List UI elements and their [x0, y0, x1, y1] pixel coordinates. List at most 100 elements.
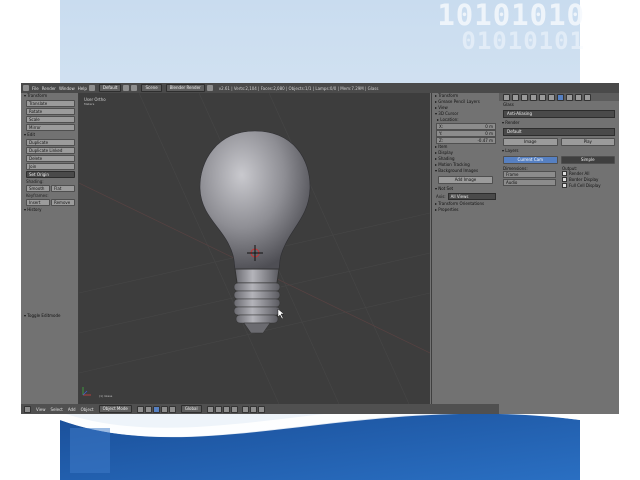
cursor-x-label: X:	[439, 124, 444, 129]
render-preset-select[interactable]: Default	[503, 128, 615, 136]
menu-render[interactable]: Render	[42, 86, 56, 91]
axis-select[interactable]: All Views	[447, 193, 496, 200]
full-cell-display-checkbox[interactable]: Full Cell Display	[562, 183, 615, 188]
border-display-checkbox[interactable]: Border Display	[562, 177, 615, 182]
layer-1-icon[interactable]	[206, 405, 214, 413]
3d-view-header: View Select Add Object Object Mode Globa…	[21, 404, 499, 414]
bulb-tip	[243, 322, 271, 334]
smooth-button[interactable]: Smooth	[26, 185, 50, 192]
keyframe-buttons: Insert Remove	[26, 199, 75, 206]
render-tab-icon[interactable]	[503, 93, 510, 101]
dimensions-column: Dimensions: Frame Audio	[503, 166, 556, 189]
audio-field[interactable]: Audio	[503, 179, 556, 186]
axis-label: Axis:	[436, 194, 446, 199]
render-all-checkbox[interactable]: Render All	[562, 171, 615, 176]
rotate-manipulator-icon[interactable]	[168, 405, 176, 413]
menu-view[interactable]: View	[36, 407, 46, 412]
physics-tab-icon[interactable]	[584, 93, 591, 101]
current-cam-button[interactable]: Current Cam	[503, 156, 558, 164]
snap-icon[interactable]	[241, 405, 249, 413]
editor-type-icon[interactable]	[24, 405, 31, 413]
menu-file[interactable]: File	[32, 86, 39, 91]
cursor-z-value: -0.47 m	[477, 138, 493, 143]
render-preview-icon[interactable]	[257, 405, 265, 413]
menu-help[interactable]: Help	[78, 86, 87, 91]
lightbulb-model[interactable]	[79, 93, 430, 404]
cursor-z-label: Z:	[439, 138, 444, 143]
delete-button[interactable]: Delete	[26, 155, 75, 162]
screen-layout-field[interactable]: Default	[98, 84, 122, 92]
constraints-tab-icon[interactable]	[539, 93, 546, 101]
toggle-editmode-header[interactable]: Toggle Editmode	[21, 313, 78, 319]
flat-button[interactable]: Flat	[51, 185, 75, 192]
menu-object[interactable]: Object	[81, 407, 94, 412]
info-header: File Render Window Help Default Scene Bl…	[21, 83, 619, 93]
bulb-neck	[234, 268, 280, 284]
join-button[interactable]: Join	[26, 163, 75, 170]
np-background-images-header[interactable]: Background Images	[432, 168, 499, 174]
play-button[interactable]: Play	[560, 138, 615, 146]
display-buttons-row: Current Cam Simple	[503, 156, 615, 164]
unit-label: Meters	[84, 102, 95, 106]
properties-n-panel: Transform Grease Pencil Layers View 3D C…	[431, 93, 500, 404]
frame-field[interactable]: Frame	[503, 171, 556, 178]
layer-4-icon[interactable]	[230, 405, 238, 413]
simple-button[interactable]: Simple	[560, 156, 615, 164]
rotate-button[interactable]: Rotate	[26, 108, 75, 115]
set-origin-select[interactable]: Set Origin	[26, 171, 75, 178]
edit-panel-header[interactable]: Edit	[21, 132, 78, 138]
texture-tab-icon[interactable]	[575, 93, 582, 101]
insert-keyframe-button[interactable]: Insert	[26, 199, 50, 206]
dimensions-output-columns: Dimensions: Frame Audio Output: Render A…	[503, 166, 615, 189]
menu-select[interactable]: Select	[51, 407, 63, 412]
menu-window[interactable]: Window	[59, 86, 75, 91]
render-panel-header[interactable]: Render	[499, 120, 619, 126]
toolshelf-spacer	[21, 213, 78, 313]
mirror-button[interactable]: Mirror	[26, 124, 75, 131]
translate-button[interactable]: Translate	[26, 100, 75, 107]
cursor-y-value: 0 m	[485, 131, 493, 136]
3d-viewport[interactable]: User Ortho Meters (1) Glass	[79, 93, 430, 404]
viewport-shading-icon[interactable]	[136, 405, 144, 413]
object-tab-icon[interactable]	[530, 93, 537, 101]
layer-3-icon[interactable]	[222, 405, 230, 413]
np-image-toggle[interactable]: Not Set	[432, 186, 499, 192]
scene-icon[interactable]	[131, 85, 138, 91]
orientation-select[interactable]: Global	[180, 405, 202, 413]
add-image-button[interactable]: Add Image	[438, 176, 493, 184]
info-editor-icon[interactable]	[23, 85, 29, 91]
cursor-y-field[interactable]: Y: 0 m	[436, 130, 496, 137]
proportional-edit-icon[interactable]	[249, 405, 257, 413]
object-mode-select[interactable]: Object Mode	[98, 405, 132, 413]
render-all-label: Render All	[569, 171, 590, 176]
material-tab-icon[interactable]	[566, 93, 573, 101]
add-layout-icon[interactable]	[123, 85, 130, 91]
duplicate-button[interactable]: Duplicate	[26, 139, 75, 146]
cursor-z-field[interactable]: Z: -0.47 m	[436, 137, 496, 144]
translate-manipulator-icon[interactable]	[160, 405, 168, 413]
layers-panel-header[interactable]: Layers	[499, 148, 619, 154]
scene-field[interactable]: Scene	[141, 84, 162, 92]
blender-window: File Render Window Help Default Scene Bl…	[21, 83, 619, 414]
scene-stats: v2.61 | Verts:2,104 | Faces:2,080 | Obje…	[218, 85, 379, 91]
remove-keyframe-button[interactable]: Remove	[51, 199, 75, 206]
manipulator-icon[interactable]	[152, 405, 160, 413]
np-properties-header[interactable]: Properties	[432, 207, 499, 213]
scale-button[interactable]: Scale	[26, 116, 75, 123]
data-tab-icon[interactable]	[557, 93, 564, 101]
world-tab-icon[interactable]	[521, 93, 528, 101]
transform-panel-header[interactable]: Transform	[21, 93, 78, 99]
duplicate-linked-button[interactable]: Duplicate Linked	[26, 147, 75, 154]
render-engine-select[interactable]: Blender Render	[165, 84, 205, 92]
screen-layout-icon[interactable]	[88, 85, 95, 91]
world-select[interactable]: Anti-Aliasing	[503, 110, 615, 118]
render-image-button[interactable]: Image	[503, 138, 558, 146]
modifiers-tab-icon[interactable]	[548, 93, 555, 101]
scene-tab-icon[interactable]	[512, 93, 519, 101]
properties-tabs	[499, 93, 619, 101]
menu-add[interactable]: Add	[68, 407, 76, 412]
cursor-x-field[interactable]: X: 0 m	[436, 123, 496, 130]
layer-2-icon[interactable]	[214, 405, 222, 413]
cursor-y-label: Y:	[439, 131, 443, 136]
pivot-point-icon[interactable]	[144, 405, 152, 413]
